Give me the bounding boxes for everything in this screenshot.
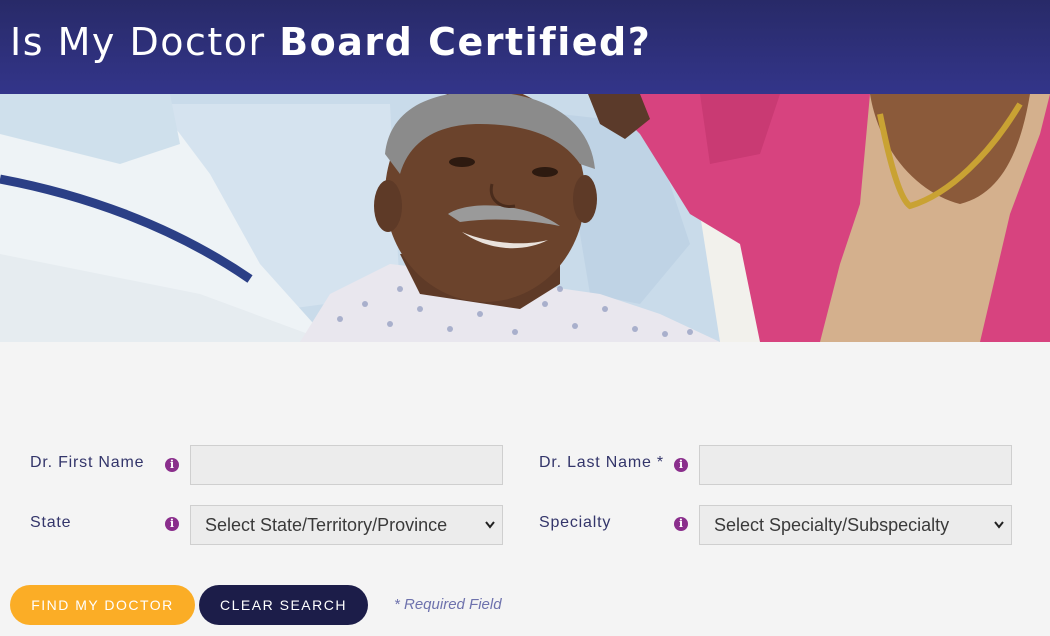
page-header: Is My Doctor Board Certified? — [0, 0, 1050, 94]
find-my-doctor-button[interactable]: FIND MY DOCTOR — [10, 585, 195, 625]
page-title: Is My Doctor Board Certified? — [10, 20, 651, 64]
first-name-input[interactable] — [190, 445, 503, 485]
state-select-value: Select State/Territory/Province — [205, 515, 448, 535]
title-light-text: Is My Doctor — [10, 20, 280, 64]
state-label: State — [30, 514, 72, 531]
last-name-info-icon[interactable]: i — [674, 458, 688, 472]
last-name-label: Dr. Last Name * — [539, 454, 664, 471]
clear-search-button[interactable]: CLEAR SEARCH — [199, 585, 368, 625]
search-form: Dr. First Name i Dr. Last Name * i State… — [0, 342, 1050, 636]
specialty-select[interactable]: Select Specialty/Subspecialty — [699, 505, 1012, 545]
hero-image — [0, 94, 1050, 342]
hero-photo-illustration — [0, 94, 1050, 342]
chevron-down-icon — [485, 521, 495, 529]
first-name-label: Dr. First Name — [30, 454, 145, 471]
state-info-icon[interactable]: i — [165, 517, 179, 531]
last-name-input[interactable] — [699, 445, 1012, 485]
title-bold-text: Board Certified? — [279, 20, 652, 64]
specialty-label: Specialty — [539, 514, 612, 531]
specialty-info-icon[interactable]: i — [674, 517, 688, 531]
state-select[interactable]: Select State/Territory/Province — [190, 505, 503, 545]
first-name-info-icon[interactable]: i — [165, 458, 179, 472]
chevron-down-icon — [994, 521, 1004, 529]
specialty-select-value: Select Specialty/Subspecialty — [714, 515, 950, 535]
required-field-note: * Required Field — [394, 596, 502, 613]
